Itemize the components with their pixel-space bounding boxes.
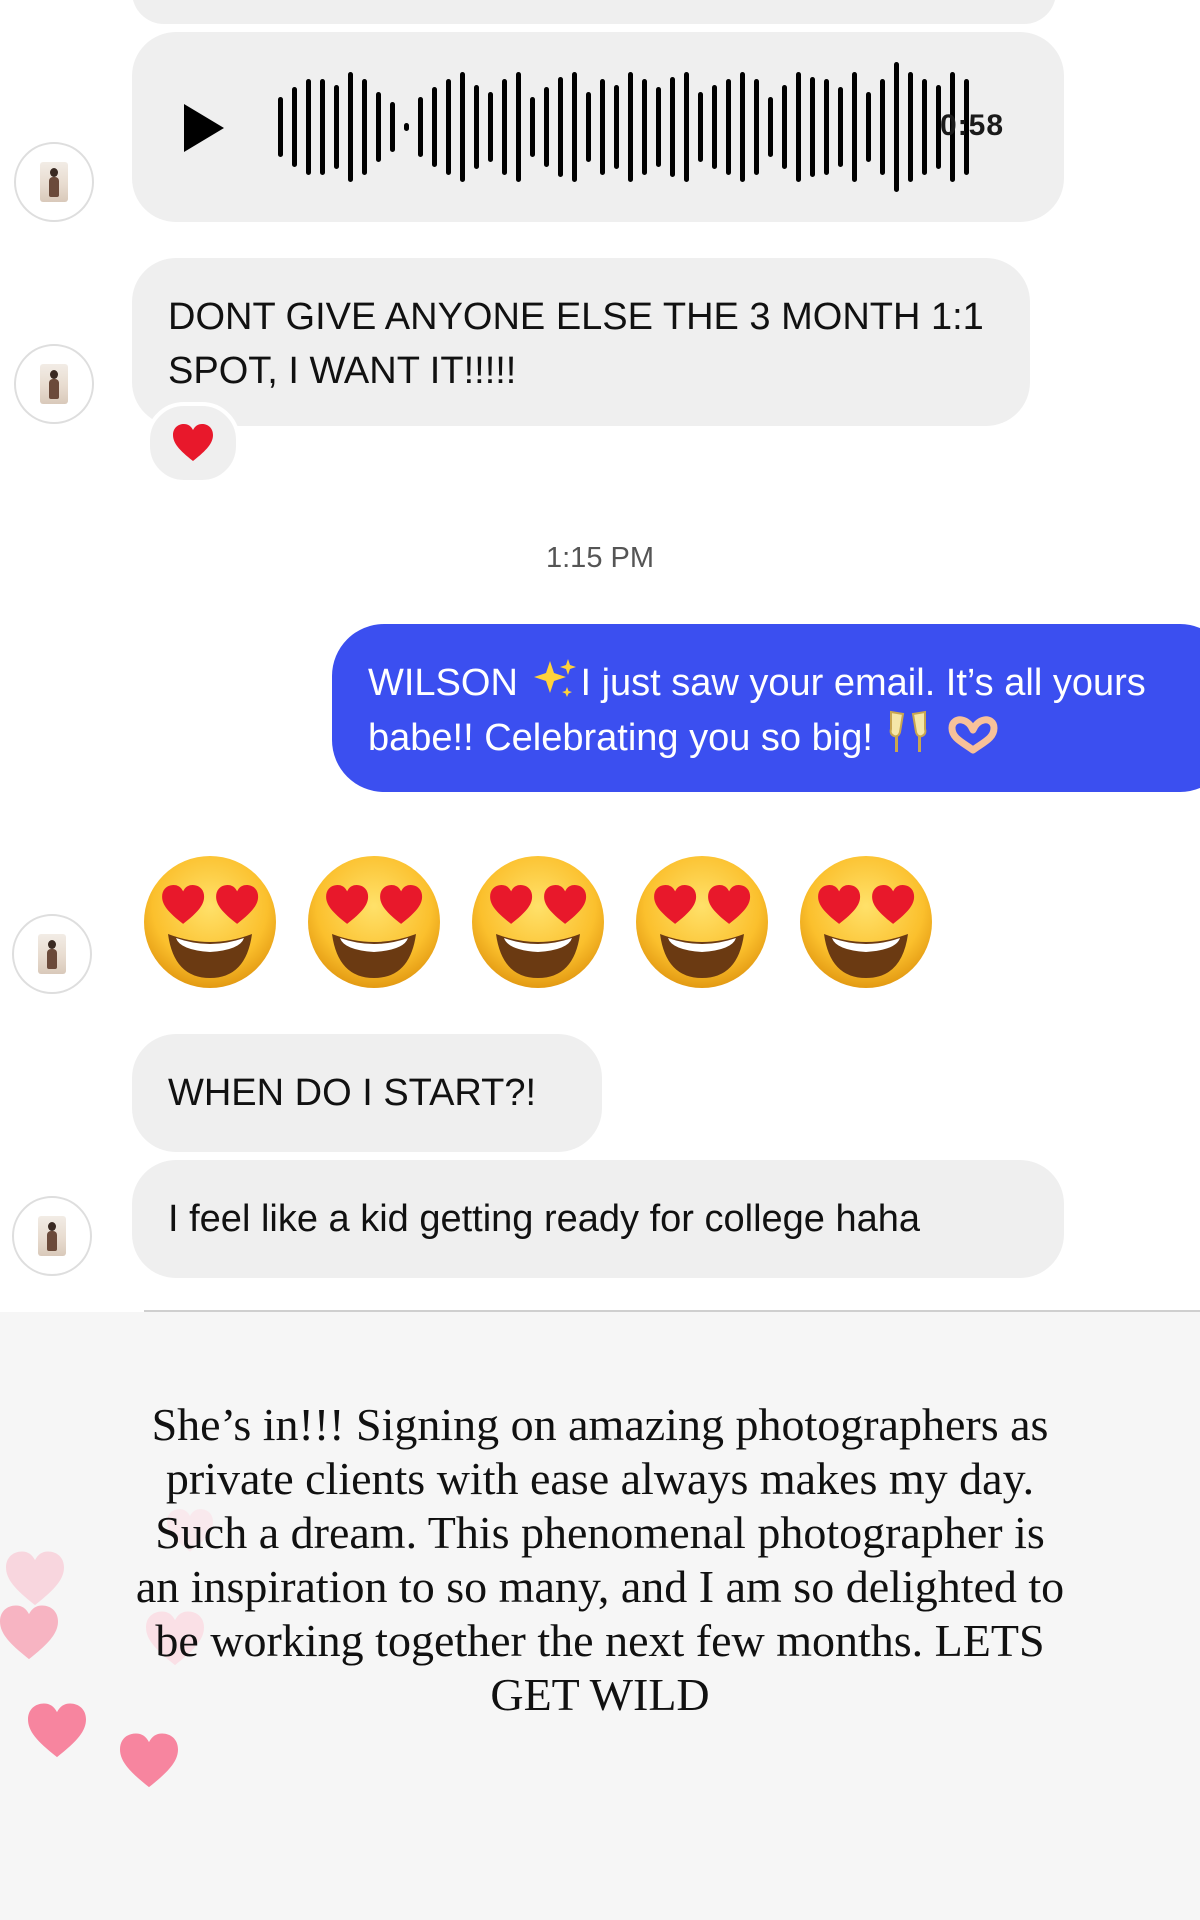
- previous-message-bubble: [132, 0, 1056, 24]
- message-text-name: WILSON: [368, 662, 518, 704]
- voice-message[interactable]: 0:58: [132, 32, 1064, 222]
- sent-message[interactable]: WILSON I just saw your email. It’s all y…: [332, 624, 1200, 792]
- heart-eyes-emoji: [796, 852, 936, 992]
- message-text: DONT GIVE ANYONE ELSE THE 3 MONTH 1:1 SP…: [168, 296, 984, 392]
- sparkles-icon: [534, 659, 577, 697]
- avatar[interactable]: [12, 914, 92, 994]
- message-text: WHEN DO I START?!: [168, 1072, 537, 1114]
- heart-icon: [28, 1703, 86, 1758]
- message-text: I feel like a kid getting ready for coll…: [168, 1198, 921, 1240]
- heart-eyes-emoji: [304, 852, 444, 992]
- avatar-photo: [38, 934, 66, 974]
- clinking-glasses-icon: [890, 710, 927, 752]
- red-heart-icon: [173, 424, 213, 461]
- received-message[interactable]: DONT GIVE ANYONE ELSE THE 3 MONTH 1:1 SP…: [132, 258, 1030, 426]
- heart-eyes-emoji: [140, 852, 280, 992]
- chat-thread: 0:58 DONT GIVE ANYONE ELSE THE 3 MONTH 1…: [0, 0, 1200, 1310]
- story-caption-area: She’s in!!! Signing on amazing photograp…: [0, 1312, 1200, 1920]
- heart-icon: [0, 1605, 58, 1660]
- avatar[interactable]: [14, 344, 94, 424]
- avatar-photo: [40, 364, 68, 404]
- received-message[interactable]: I feel like a kid getting ready for coll…: [132, 1160, 1064, 1278]
- heart-icon: [120, 1733, 178, 1788]
- avatar-photo: [40, 162, 68, 202]
- story-caption: She’s in!!! Signing on amazing photograp…: [135, 1399, 1065, 1720]
- avatar[interactable]: [14, 142, 94, 222]
- received-message[interactable]: WHEN DO I START?!: [132, 1034, 602, 1152]
- avatar[interactable]: [12, 1196, 92, 1276]
- heart-hands-icon: [948, 716, 998, 754]
- heart-icon: [6, 1551, 64, 1606]
- heart-eyes-emoji: [468, 852, 608, 992]
- timestamp: 1:15 PM: [546, 542, 654, 574]
- voice-duration: 0:58: [939, 109, 1004, 142]
- emoji-message[interactable]: [140, 852, 936, 992]
- waveform-icon[interactable]: [274, 62, 1034, 192]
- play-icon[interactable]: [184, 104, 224, 152]
- heart-eyes-emoji: [632, 852, 772, 992]
- avatar-photo: [38, 1216, 66, 1256]
- reaction-badge[interactable]: [146, 402, 240, 484]
